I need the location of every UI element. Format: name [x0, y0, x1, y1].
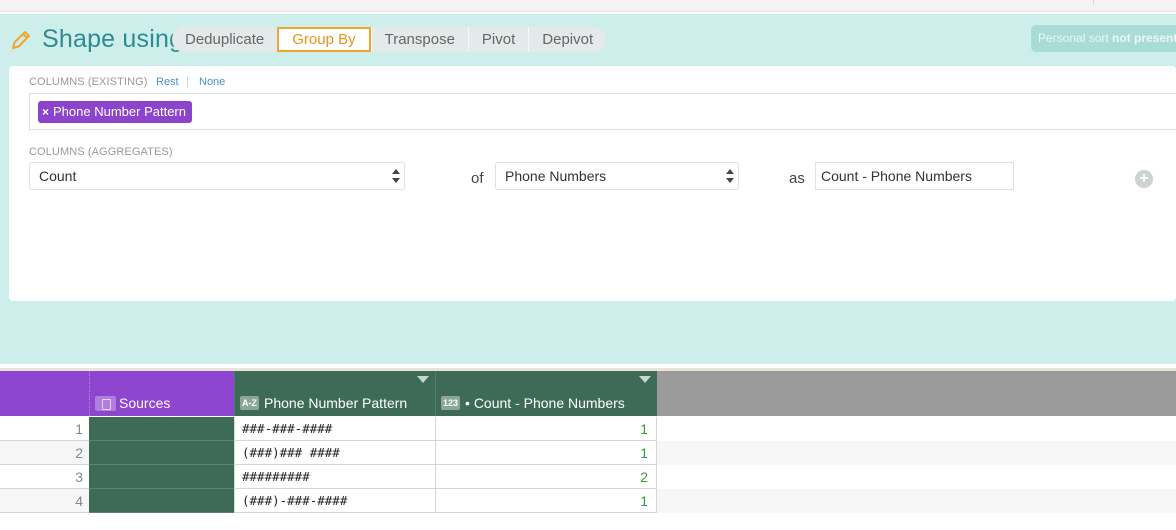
rest-link[interactable]: Rest — [156, 76, 179, 88]
aggregate-function-value: Count — [39, 168, 77, 184]
table-row[interactable]: 1 ###-###-#### 1 — [0, 417, 1176, 441]
tab-depivot[interactable]: Depivot — [528, 27, 606, 52]
columns-aggregates-label: COLUMNS (AGGREGATES) — [29, 146, 173, 158]
add-aggregate-icon[interactable]: + — [1135, 170, 1153, 188]
tab-pivot[interactable]: Pivot — [467, 27, 528, 52]
row-filler — [657, 489, 1176, 513]
column-tag-label: Phone Number Pattern — [53, 104, 186, 119]
table-row[interactable]: 2 (###)### #### 1 — [0, 441, 1176, 465]
personal-sort-label: Personal sort — [1038, 31, 1109, 45]
selected-columns-field[interactable]: × Phone Number Pattern — [29, 93, 1176, 130]
select-arrows-icon — [392, 169, 400, 183]
count-cell[interactable]: 1 — [435, 441, 657, 465]
column-header-label: 123 • Count - Phone Numbers — [441, 395, 625, 411]
row-number: 3 — [0, 465, 89, 489]
column-header-sources[interactable]: Sources — [89, 368, 234, 416]
column-header-label: A-Z Phone Number Pattern — [240, 395, 407, 411]
row-number: 2 — [0, 441, 89, 465]
count-cell[interactable]: 1 — [435, 417, 657, 441]
column-header-count-phone-numbers[interactable]: 123 • Count - Phone Numbers — [435, 368, 657, 416]
output-name-input[interactable]: Count - Phone Numbers — [815, 162, 1014, 190]
count-phone-numbers-label: • Count - Phone Numbers — [465, 395, 625, 411]
pencil-icon — [12, 31, 30, 49]
row-number: 1 — [0, 417, 89, 441]
empty-header-area — [657, 368, 1176, 416]
phone-number-pattern-label: Phone Number Pattern — [264, 395, 408, 411]
link-separator: | — [186, 76, 189, 88]
source-cell[interactable] — [89, 465, 234, 489]
source-cell[interactable] — [89, 441, 234, 465]
header-top-border — [0, 368, 1176, 371]
column-tag[interactable]: × Phone Number Pattern — [38, 101, 192, 123]
tab-transpose[interactable]: Transpose — [370, 27, 468, 52]
sources-label: Sources — [119, 395, 171, 411]
personal-sort-status: not present — [1112, 31, 1176, 45]
columns-existing-label: COLUMNS (EXISTING) — [29, 76, 148, 88]
row-number-header — [0, 368, 89, 416]
row-filler — [657, 417, 1176, 441]
aggregate-function-select[interactable]: Count — [29, 162, 405, 190]
select-arrows-icon — [726, 169, 734, 183]
number-type-icon: 123 — [441, 396, 461, 410]
personal-sort-badge[interactable]: Personal sort not present — [1031, 25, 1176, 52]
top-strip — [0, 0, 1176, 12]
text-type-icon: A-Z — [240, 396, 259, 410]
tab-deduplicate[interactable]: Deduplicate — [172, 27, 277, 52]
as-label: as — [789, 170, 805, 187]
tab-group-by[interactable]: Group By — [277, 27, 371, 52]
column-menu-icon[interactable] — [417, 376, 429, 383]
row-filler — [657, 441, 1176, 465]
shape-tabs: Deduplicate Group By Transpose Pivot Dep… — [172, 27, 607, 52]
pattern-cell[interactable]: ######### — [234, 465, 435, 489]
pattern-cell[interactable]: (###)### #### — [234, 441, 435, 465]
of-label: of — [471, 170, 484, 187]
column-menu-icon[interactable] — [639, 376, 651, 383]
pattern-cell[interactable]: ###-###-#### — [234, 417, 435, 441]
panel-title: Shape using — [42, 25, 184, 53]
aggregate-column-select[interactable]: Phone Numbers — [495, 162, 739, 190]
column-header-label: Sources — [95, 395, 170, 411]
count-cell[interactable]: 2 — [435, 465, 657, 489]
table-row[interactable]: 4 (###)-###-#### 1 — [0, 489, 1176, 513]
divider — [1093, 0, 1094, 5]
count-cell[interactable]: 1 — [435, 489, 657, 513]
aggregate-column-value: Phone Numbers — [505, 168, 607, 184]
pattern-cell[interactable]: (###)-###-#### — [234, 489, 435, 513]
row-filler — [657, 465, 1176, 489]
none-link[interactable]: None — [199, 76, 225, 88]
source-cell[interactable] — [89, 417, 234, 441]
table-row[interactable]: 3 ######### 2 — [0, 465, 1176, 489]
column-header-phone-number-pattern[interactable]: A-Z Phone Number Pattern — [234, 368, 435, 416]
source-cell[interactable] — [89, 489, 234, 513]
remove-icon[interactable]: × — [42, 101, 49, 123]
row-number: 4 — [0, 489, 89, 513]
source-icon — [95, 395, 116, 411]
